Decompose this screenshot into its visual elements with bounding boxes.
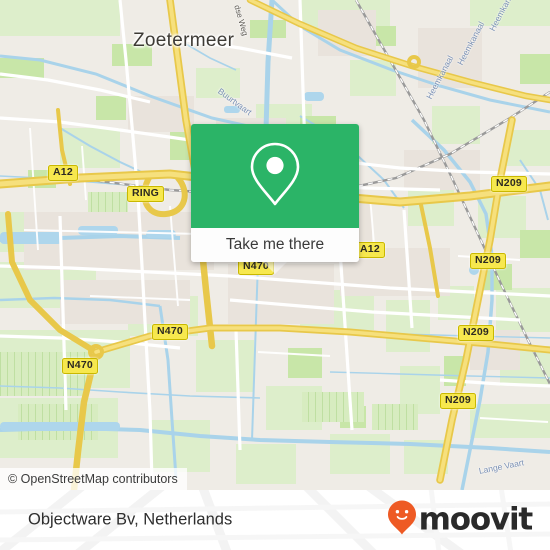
moovit-wordmark: moovit <box>418 501 534 538</box>
place-title: Objectware Bv, Netherlands <box>28 510 233 529</box>
footer-bar: Objectware Bv, Netherlands moovit <box>0 490 550 550</box>
road-shield[interactable]: N470 <box>62 358 98 374</box>
card-hero <box>191 124 359 228</box>
moovit-pin-smiley-icon <box>387 500 417 541</box>
road-shield[interactable]: N209 <box>440 393 476 409</box>
take-me-there-button[interactable]: Take me there <box>191 228 359 262</box>
road-shield[interactable]: N209 <box>458 325 494 341</box>
road-shield[interactable]: N470 <box>152 324 188 340</box>
take-me-there-label: Take me there <box>225 236 325 253</box>
road-shield[interactable]: A12 <box>355 242 385 258</box>
osm-attribution[interactable]: © OpenStreetMap contributors <box>0 468 187 490</box>
road-shield[interactable]: N209 <box>470 253 506 269</box>
road-shield[interactable]: N209 <box>491 176 527 192</box>
place-card[interactable]: Take me there <box>191 124 359 262</box>
card-pointer <box>191 261 359 275</box>
road-shield[interactable]: A12 <box>48 165 78 181</box>
moovit-location-share-card: Zoetermeer Heemkanaal Heemkanaal Heemkan… <box>0 0 550 550</box>
map-pin-icon <box>247 139 303 214</box>
moovit-logo[interactable]: moovit <box>387 500 534 541</box>
road-shield[interactable]: RING <box>127 186 165 202</box>
